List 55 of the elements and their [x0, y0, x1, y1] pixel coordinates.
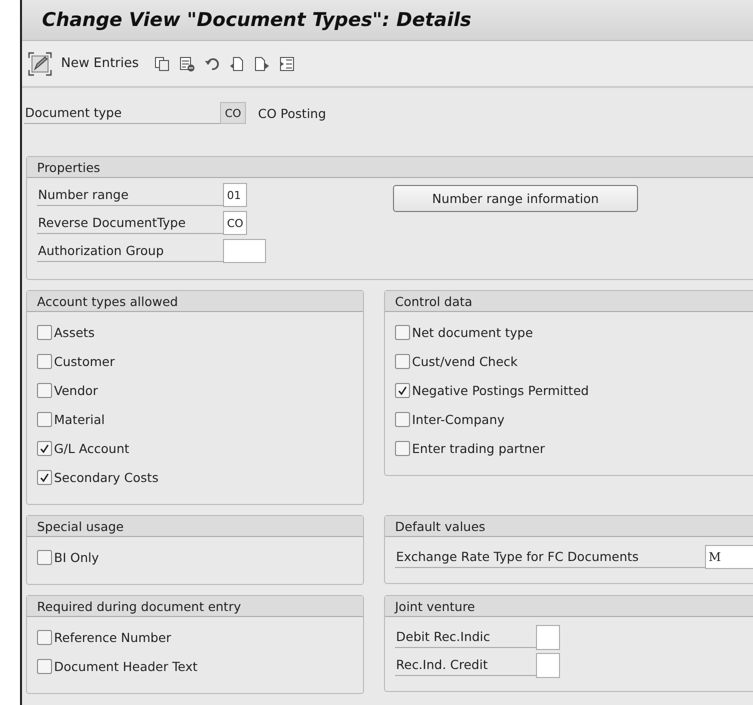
checkbox-label: Reference Number: [54, 630, 172, 645]
checkbox-label: Customer: [54, 354, 115, 369]
select-list-icon[interactable]: [278, 56, 295, 72]
group-title: Special usage: [27, 516, 363, 537]
checkbox-label: Enter trading partner: [412, 441, 545, 456]
checkbox[interactable]: [395, 354, 410, 369]
checkbox-label: Assets: [54, 325, 95, 340]
checkbox[interactable]: [37, 383, 52, 398]
checkbox[interactable]: [37, 659, 52, 674]
checkbox-label: G/L Account: [54, 441, 130, 456]
group-title: Required during document entry: [27, 596, 363, 617]
field-label: Document type: [24, 102, 220, 124]
input-field[interactable]: M: [704, 545, 753, 569]
number-range-information-button[interactable]: Number range information: [393, 185, 638, 212]
input-field[interactable]: CO: [223, 211, 248, 235]
checkbox-label: BI Only: [54, 550, 99, 565]
next-page-icon[interactable]: [254, 56, 270, 72]
checkbox[interactable]: [395, 383, 410, 398]
checkbox-label: Negative Postings Permitted: [412, 383, 589, 398]
checkbox[interactable]: [37, 412, 52, 427]
previous-page-icon[interactable]: [228, 56, 245, 72]
checkbox[interactable]: [37, 470, 52, 485]
input-field[interactable]: [536, 624, 560, 650]
checkbox-label: Material: [54, 412, 105, 427]
field-label: Exchange Rate Type for FC Documents: [395, 546, 705, 568]
group-title: Joint venture: [385, 596, 753, 617]
checkbox-label: Document Header Text: [54, 659, 198, 674]
new-entries-button[interactable]: New Entries: [61, 56, 145, 71]
group-title: Default values: [385, 516, 753, 537]
document-type-field: CO: [220, 102, 246, 124]
undo-icon[interactable]: [204, 56, 220, 72]
checkbox[interactable]: [395, 441, 410, 456]
checkbox[interactable]: [37, 325, 52, 340]
checkbox[interactable]: [37, 441, 52, 456]
checkbox[interactable]: [37, 354, 52, 369]
document-type-description: CO Posting: [258, 106, 326, 120]
input-field[interactable]: [223, 239, 266, 263]
checkbox[interactable]: [37, 630, 52, 645]
checkbox-label: Net document type: [412, 325, 533, 340]
input-field[interactable]: [536, 652, 560, 678]
group-title: Control data: [385, 291, 753, 312]
checkbox[interactable]: [395, 325, 410, 340]
checkbox[interactable]: [395, 412, 410, 427]
checkbox-label: Vendor: [54, 383, 98, 398]
checkbox[interactable]: [37, 550, 52, 565]
checkbox-label: Inter-Company: [412, 412, 505, 427]
copy-icon[interactable]: [154, 56, 170, 72]
edit-pencil-icon[interactable]: [28, 52, 52, 76]
group-title: Account types allowed: [27, 291, 363, 312]
checkbox-label: Secondary Costs: [54, 470, 158, 485]
window-title: Change View "Document Types": Details: [42, 9, 472, 31]
delete-rows-icon[interactable]: [178, 56, 195, 72]
input-field[interactable]: 01: [223, 183, 247, 207]
group-title: Properties: [27, 157, 753, 178]
checkbox-label: Cust/vend Check: [412, 354, 518, 369]
